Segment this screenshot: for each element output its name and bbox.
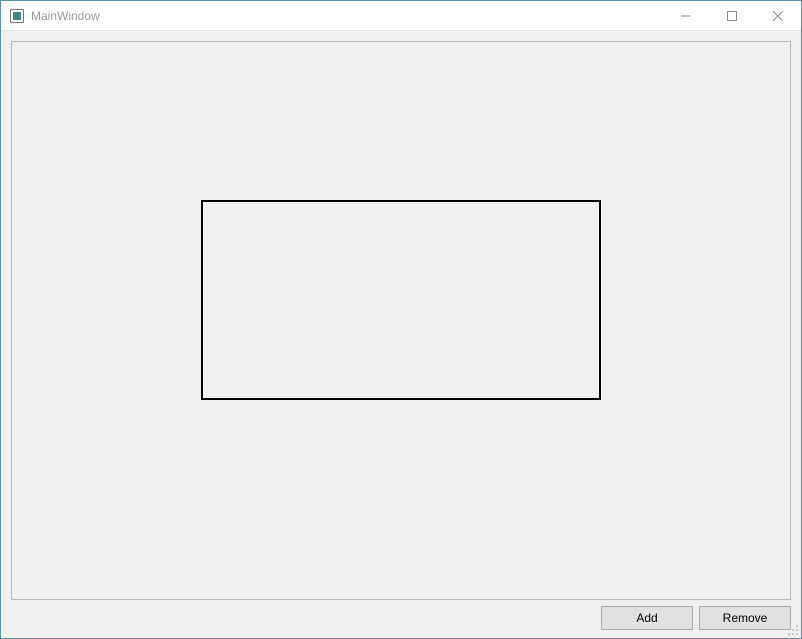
maximize-button[interactable] [709,1,755,30]
remove-button[interactable]: Remove [699,606,791,630]
window-controls [663,1,801,30]
minimize-button[interactable] [663,1,709,30]
titlebar: MainWindow [1,1,801,31]
graphics-view[interactable] [11,41,791,600]
app-icon [9,8,25,24]
client-area: Add Remove [1,31,801,638]
main-window: MainWindow Add Remove [0,0,802,639]
window-title: MainWindow [31,9,100,23]
rectangle-item[interactable] [201,200,601,400]
add-button[interactable]: Add [601,606,693,630]
close-button[interactable] [755,1,801,30]
button-row: Add Remove [11,600,791,630]
